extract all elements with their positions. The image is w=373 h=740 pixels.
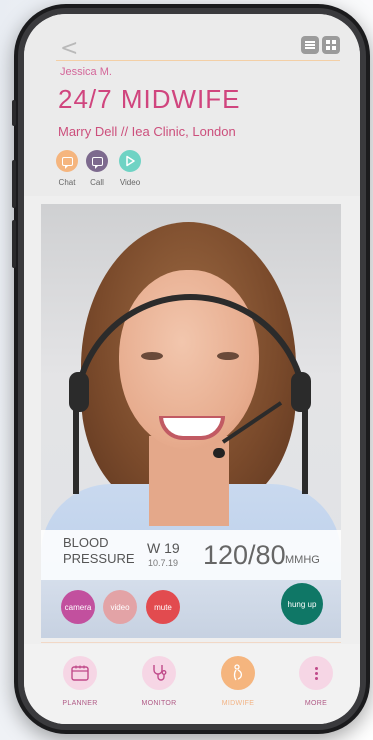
calendar-icon [63, 656, 97, 690]
list-view-icon[interactable] [301, 36, 319, 54]
vitals-label: BLOOD PRESSURE [63, 535, 135, 566]
camera-button[interactable]: camera [61, 590, 95, 624]
call-label: Call [90, 178, 104, 187]
nav-planner[interactable]: PLANNER [50, 656, 110, 707]
nav-midwife[interactable]: MIDWIFE [208, 656, 268, 707]
phone-volume-down [12, 220, 16, 268]
call-action[interactable]: Call [80, 150, 114, 187]
call-icon[interactable] [86, 150, 108, 172]
chat-icon[interactable] [56, 150, 78, 172]
blood-pressure-unit: MMHG [285, 554, 320, 566]
video-label: Video [119, 178, 141, 187]
phone-mute-switch [12, 100, 16, 126]
video-feed: BLOOD PRESSURE W 19 10.7.19 120/80 MMHG … [41, 204, 341, 638]
user-name: Jessica M. [60, 66, 112, 78]
chat-action[interactable]: Chat [50, 150, 84, 187]
video-play-icon[interactable] [119, 150, 141, 172]
grid-view-icon[interactable] [322, 36, 340, 54]
nav-planner-label: PLANNER [62, 700, 98, 707]
blood-pressure-value: 120/80 [203, 540, 286, 570]
headset-right-cup [291, 372, 311, 412]
chat-label: Chat [58, 178, 76, 187]
mute-button[interactable]: mute [146, 590, 180, 624]
vitals-date: 10.7.19 [148, 558, 179, 568]
stethoscope-icon [142, 656, 176, 690]
pregnancy-icon [221, 656, 255, 690]
hangup-button[interactable]: hung up [281, 583, 323, 625]
nav-monitor-label: MONITOR [141, 700, 177, 707]
more-dots-icon [299, 656, 333, 690]
header: < Jessica M. 24/7 MIDWIFE Marry Dell // … [24, 14, 360, 196]
app-screen: < Jessica M. 24/7 MIDWIFE Marry Dell // … [24, 14, 360, 724]
call-controls: camera video mute hung up [41, 580, 341, 638]
page-title: 24/7 MIDWIFE [58, 84, 241, 114]
video-action[interactable]: Video [113, 150, 147, 187]
nav-divider [41, 642, 341, 643]
midwife-clinic: Marry Dell // Iea Clinic, London [58, 124, 236, 139]
bottom-nav: PLANNER MONITOR MIDWIFE MORE [24, 644, 360, 724]
view-toggle [301, 36, 340, 54]
pregnancy-week: W 19 [147, 540, 180, 556]
nav-midwife-label: MIDWIFE [221, 700, 255, 707]
back-chevron-icon[interactable]: < [60, 36, 78, 61]
vitals-panel: BLOOD PRESSURE W 19 10.7.19 120/80 MMHG [41, 530, 341, 580]
video-button[interactable]: video [103, 590, 137, 624]
play-icon [126, 155, 135, 167]
phone-frame: < Jessica M. 24/7 MIDWIFE Marry Dell // … [14, 4, 370, 734]
nav-more[interactable]: MORE [286, 656, 346, 707]
nav-more-label: MORE [304, 700, 328, 707]
header-divider [56, 60, 340, 61]
headset-left-cup [69, 372, 89, 412]
nav-monitor[interactable]: MONITOR [129, 656, 189, 707]
phone-volume-up [12, 160, 16, 208]
headset-mic [213, 448, 225, 458]
